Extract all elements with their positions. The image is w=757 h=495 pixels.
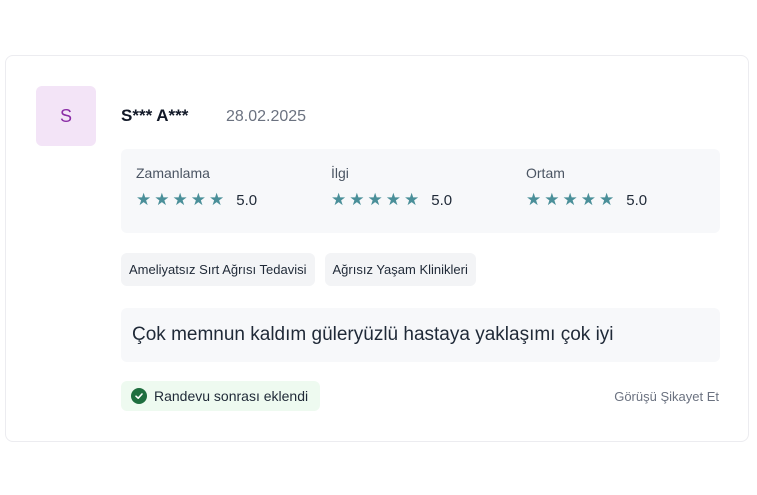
star-icon: ★ [580, 190, 596, 209]
star-icon: ★ [404, 190, 420, 209]
rating-label: Zamanlama [136, 165, 210, 181]
star-icon: ★ [136, 190, 152, 209]
star-icon: ★ [599, 190, 615, 209]
review-comment: Çok memnun kaldım güleryüzlü hastaya yak… [121, 308, 720, 362]
rating-label: Ortam [526, 165, 565, 181]
star-icon: ★ [172, 190, 188, 209]
rating-score: 5.0 [431, 191, 453, 209]
comment-text: Çok memnun kaldım güleryüzlü hastaya yak… [132, 324, 614, 345]
tag-clinic[interactable]: Ağrısız Yaşam Klinikleri [324, 253, 476, 286]
star-icon: ★ [190, 190, 206, 209]
author-name: S*** A*** [121, 106, 189, 125]
avatar-initial: S [59, 105, 72, 126]
star-icon: ★ [349, 190, 365, 209]
star-icon: ★ [154, 190, 170, 209]
star-icon: ★ [526, 190, 542, 209]
treatment-tags: Ameliyatsız Sırt Ağrısı Tedavisi Ağrısız… [121, 253, 476, 286]
ratings-panel: Zamanlama ★ ★ ★ ★ ★ 5.0 İlgi ★ ★ ★ ★ ★ 5… [121, 149, 720, 233]
tag-treatment[interactable]: Ameliyatsız Sırt Ağrısı Tedavisi [121, 253, 315, 286]
avatar: S [36, 86, 96, 146]
rating-attention: İlgi ★ ★ ★ ★ ★ 5.0 [331, 165, 452, 209]
star-rating: ★ ★ ★ ★ ★ [136, 191, 224, 209]
review-date: 28.02.2025 [226, 108, 307, 125]
rating-timing: Zamanlama ★ ★ ★ ★ ★ 5.0 [136, 165, 257, 209]
star-icon: ★ [331, 190, 347, 209]
star-icon: ★ [367, 190, 383, 209]
star-icon: ★ [544, 190, 560, 209]
star-rating: ★ ★ ★ ★ ★ [526, 191, 614, 209]
star-icon: ★ [209, 190, 225, 209]
star-icon: ★ [562, 190, 578, 209]
report-review-link[interactable]: Görüşü Şikayet Et [614, 389, 719, 404]
rating-environment: Ortam ★ ★ ★ ★ ★ 5.0 [526, 165, 647, 209]
star-icon: ★ [385, 190, 401, 209]
rating-score: 5.0 [236, 191, 258, 209]
verified-badge: Randevu sonrası eklendi [121, 381, 321, 411]
badge-text: Randevu sonrası eklendi [154, 388, 309, 404]
review-card: S S*** A*** 28.02.2025 Zamanlama ★ ★ ★ ★… [5, 55, 749, 442]
rating-label: İlgi [331, 165, 349, 181]
star-rating: ★ ★ ★ ★ ★ [331, 191, 419, 209]
rating-score: 5.0 [626, 191, 648, 209]
check-circle-icon [131, 388, 147, 404]
